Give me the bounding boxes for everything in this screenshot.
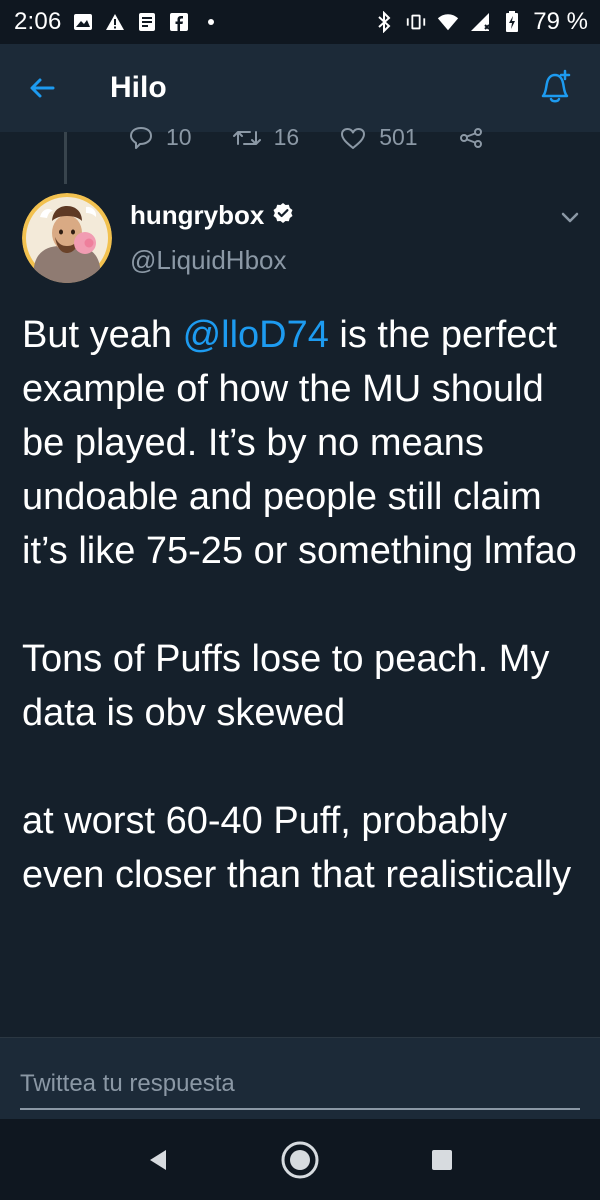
heart-icon xyxy=(341,127,366,149)
status-left-group: 2:06 xyxy=(14,8,222,36)
tweet-paragraph-1: But yeah @lloD74 is the perfect example … xyxy=(22,308,578,578)
tweet-menu-caret[interactable] xyxy=(556,204,584,232)
notification-dot-icon xyxy=(200,11,222,33)
home-circle-icon xyxy=(281,1141,319,1178)
status-bar: 2:06 79 % xyxy=(0,0,600,44)
mention-link[interactable]: @lloD74 xyxy=(183,314,329,356)
document-icon xyxy=(136,11,158,33)
avatar[interactable] xyxy=(22,193,112,283)
reply-composer xyxy=(0,1037,600,1120)
square-recent-apps-icon xyxy=(432,1149,452,1170)
battery-percentage: 79 % xyxy=(533,8,588,35)
back-button[interactable] xyxy=(18,64,66,112)
thread-connector-line xyxy=(64,132,67,184)
reply-action[interactable]: 10 xyxy=(128,124,192,151)
status-right-group: 79 % xyxy=(373,8,588,36)
tweet-paragraph-3: at worst 60-40 Puff, probably even close… xyxy=(22,800,572,896)
gallery-icon xyxy=(72,11,94,33)
triangle-back-icon xyxy=(150,1149,166,1170)
system-navigation-bar xyxy=(0,1119,600,1200)
tweet-author-header: hungrybox @LiquidHbox xyxy=(130,200,570,276)
share-action[interactable] xyxy=(458,126,486,150)
tweet-text: But yeah @lloD74 is the perfect example … xyxy=(22,308,578,902)
system-home-button[interactable] xyxy=(270,1130,330,1190)
author-display-name[interactable]: hungrybox xyxy=(130,200,264,231)
retweet-icon xyxy=(232,130,261,145)
like-count: 501 xyxy=(379,124,418,150)
warning-icon xyxy=(104,11,126,33)
author-handle[interactable]: @LiquidHbox xyxy=(130,245,570,276)
share-icon xyxy=(459,127,482,148)
retweet-action[interactable]: 16 xyxy=(232,124,300,151)
battery-icon xyxy=(501,11,523,33)
status-time: 2:06 xyxy=(14,8,62,35)
wifi-icon xyxy=(437,11,459,33)
bell-plus-icon xyxy=(541,69,571,103)
like-action[interactable]: 501 xyxy=(339,124,418,151)
notifications-button[interactable] xyxy=(530,64,578,112)
system-recent-apps-button[interactable] xyxy=(412,1130,472,1190)
app-bar: Hilo xyxy=(0,44,600,132)
tweet-text-prefix: But yeah xyxy=(22,314,183,356)
bluetooth-icon xyxy=(373,11,395,33)
system-back-button[interactable] xyxy=(128,1130,188,1190)
page-title: Hilo xyxy=(110,71,167,104)
tweet-thread-screen: 2:06 79 % Hilo 10 16 501 hungrybox @Liqu… xyxy=(0,0,600,1200)
chevron-down-icon xyxy=(561,212,579,223)
verified-badge-icon xyxy=(272,202,294,229)
arrow-left-icon xyxy=(30,78,55,98)
retweet-count: 16 xyxy=(273,124,300,150)
previous-tweet-actions: 10 16 501 xyxy=(128,124,486,151)
author-name-row: hungrybox xyxy=(130,200,570,231)
tweet-paragraph-2: Tons of Puffs lose to peach. My data is … xyxy=(22,638,550,734)
reply-input[interactable] xyxy=(20,1060,580,1110)
vibrate-icon xyxy=(405,11,427,33)
facebook-icon xyxy=(168,11,190,33)
cellular-signal-icon xyxy=(469,11,491,33)
reply-icon xyxy=(130,126,152,149)
reply-count: 10 xyxy=(166,124,192,150)
